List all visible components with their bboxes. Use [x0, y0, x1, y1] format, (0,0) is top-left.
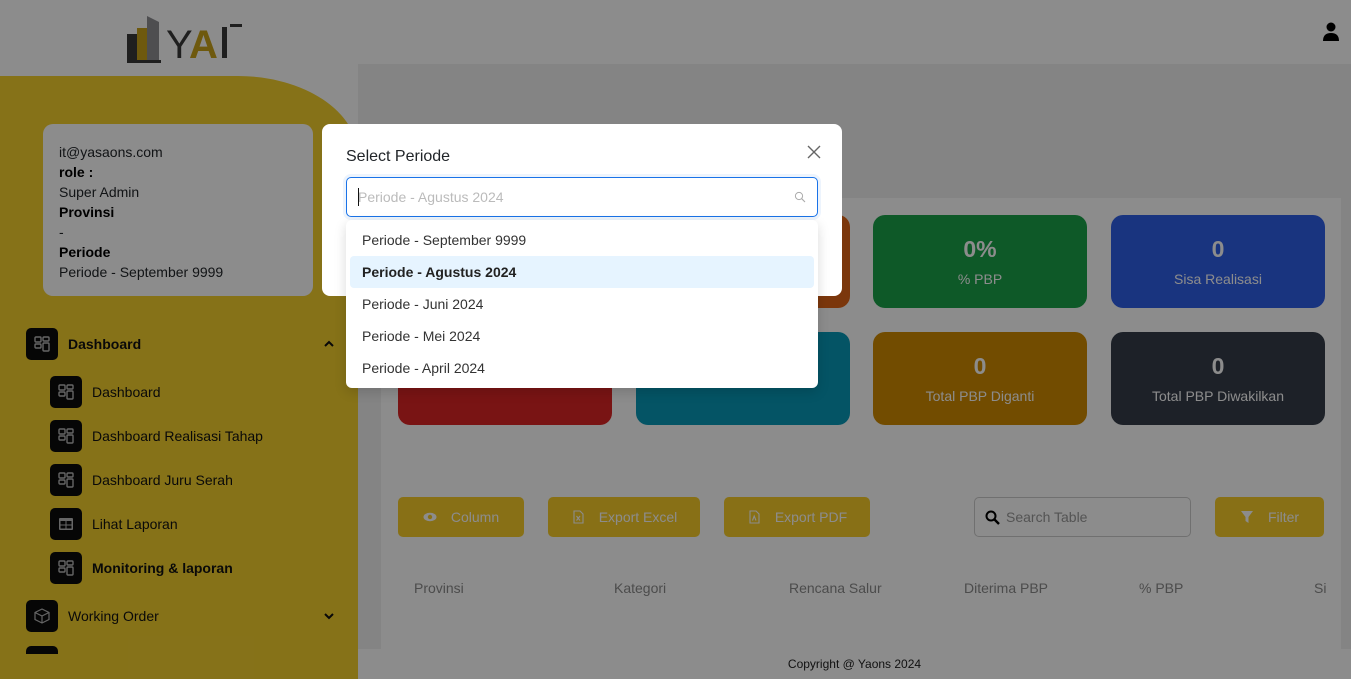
periode-dropdown-list: Periode - September 9999 Periode - Agust… [346, 220, 818, 388]
select-placeholder: Periode - Agustus 2024 [358, 189, 504, 205]
periode-option-highlighted[interactable]: Periode - Agustus 2024 [350, 256, 814, 288]
periode-option[interactable]: Periode - Mei 2024 [350, 320, 814, 352]
text-cursor [358, 188, 359, 206]
close-icon[interactable] [804, 142, 824, 162]
periode-option[interactable]: Periode - September 9999 [350, 224, 814, 256]
periode-option[interactable]: Periode - April 2024 [350, 352, 814, 384]
search-icon [794, 191, 806, 203]
periode-option[interactable]: Periode - Juni 2024 [350, 288, 814, 320]
periode-select-input[interactable]: Periode - Agustus 2024 [346, 177, 818, 217]
modal-title: Select Periode [346, 148, 451, 165]
